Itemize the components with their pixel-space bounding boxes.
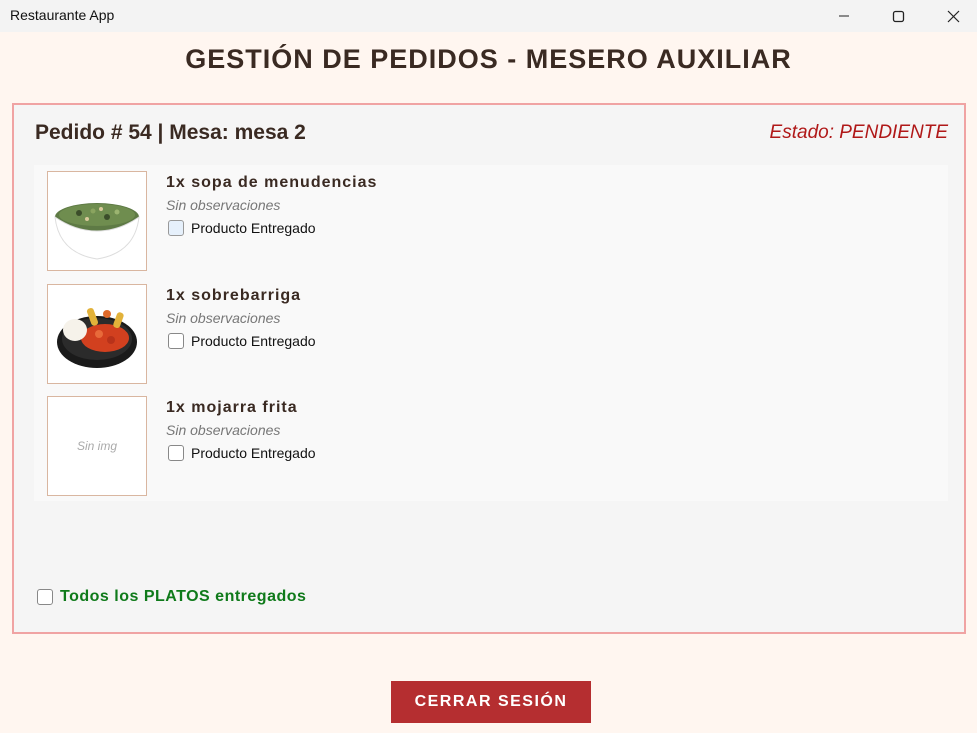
soup-bowl-image: [54, 203, 140, 260]
delivered-label: Producto Entregado: [191, 220, 316, 236]
item-image-placeholder: Sin img: [47, 396, 147, 496]
all-delivered-checkbox[interactable]: [37, 589, 53, 605]
order-items-list: 1x sopa de menudencias Sin observaciones…: [34, 165, 948, 501]
page-title: GESTIÓN DE PEDIDOS - MESERO AUXILIAR: [185, 44, 792, 74]
delivered-label: Producto Entregado: [191, 445, 316, 461]
delivered-toggle[interactable]: Producto Entregado: [168, 220, 316, 236]
maximize-icon: [892, 10, 904, 22]
logout-button[interactable]: CERRAR SESIÓN: [391, 681, 591, 723]
item-name: 1x sopa de menudencias: [166, 174, 378, 191]
delivered-checkbox[interactable]: [168, 445, 184, 461]
plate-image: [57, 308, 137, 368]
order-item: Sin img 1x mojarra frita Sin observacion…: [34, 390, 948, 496]
minimize-icon: [839, 15, 849, 17]
window-titlebar: Restaurante App: [0, 0, 977, 32]
order-item: 1x sobrebarriga Sin observaciones Produc…: [34, 278, 948, 384]
window-title: Restaurante App: [10, 7, 115, 23]
item-notes: Sin observaciones: [166, 197, 281, 213]
delivered-label: Producto Entregado: [191, 333, 316, 349]
close-icon: [947, 10, 959, 22]
item-image-soup: [47, 171, 147, 271]
item-image-sobrebarriga: [47, 284, 147, 384]
item-name: 1x sobrebarriga: [166, 287, 302, 304]
delivered-checkbox[interactable]: [168, 333, 184, 349]
minimize-button[interactable]: [821, 0, 867, 32]
close-button[interactable]: [930, 0, 976, 32]
no-image-text: Sin img: [76, 439, 117, 453]
delivered-toggle[interactable]: Producto Entregado: [168, 333, 316, 349]
item-name: 1x mojarra frita: [166, 399, 298, 416]
delivered-toggle[interactable]: Producto Entregado: [168, 445, 316, 461]
all-delivered-label: Todos los PLATOS entregados: [60, 588, 307, 605]
delivered-checkbox[interactable]: [168, 220, 184, 236]
order-panel: Pedido # 54 | Mesa: mesa 2 Estado: PENDI…: [12, 103, 966, 634]
order-status: Estado: PENDIENTE: [769, 122, 948, 143]
order-header: Pedido # 54 | Mesa: mesa 2: [35, 121, 306, 144]
item-notes: Sin observaciones: [166, 310, 281, 326]
order-item: 1x sopa de menudencias Sin observaciones…: [34, 165, 948, 271]
item-notes: Sin observaciones: [166, 422, 281, 438]
all-delivered-toggle[interactable]: Todos los PLATOS entregados: [37, 588, 306, 606]
maximize-button[interactable]: [875, 0, 921, 32]
